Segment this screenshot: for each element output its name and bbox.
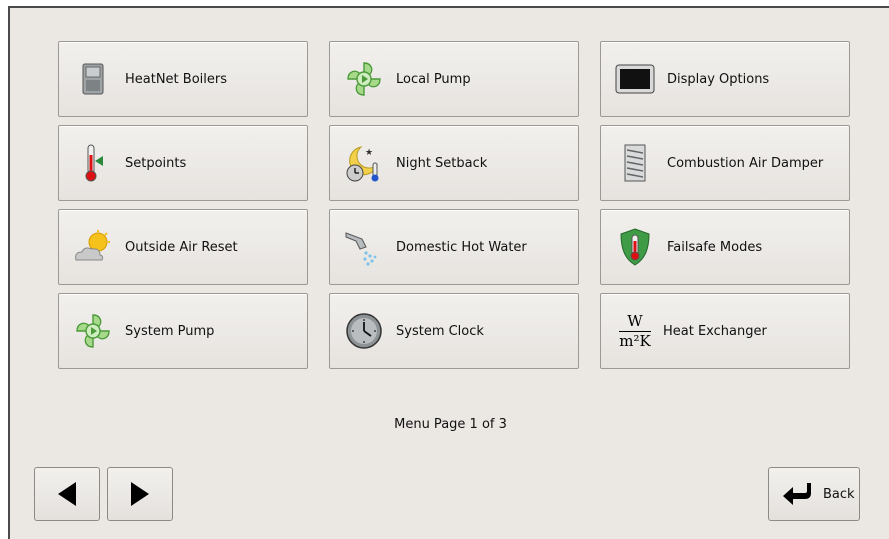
system-clock-button[interactable]: System Clock	[329, 293, 579, 369]
back-button[interactable]: Back	[768, 467, 860, 521]
thermometer-icon	[71, 141, 115, 185]
arrow-left-icon	[58, 482, 76, 506]
shield-icon	[613, 225, 657, 269]
display-icon	[613, 57, 657, 101]
system-pump-button[interactable]: System Pump	[58, 293, 308, 369]
menu-item-label: Domestic Hot Water	[396, 239, 527, 255]
units-numerator: W	[619, 313, 651, 332]
menu-panel: HeatNet Boilers Local Pump Display Optio…	[8, 6, 889, 539]
clock-icon	[342, 309, 386, 353]
menu-item-label: Failsafe Modes	[667, 239, 763, 255]
next-page-button[interactable]	[107, 467, 173, 521]
failsafe-modes-button[interactable]: Failsafe Modes	[600, 209, 850, 285]
previous-page-button[interactable]	[34, 467, 100, 521]
menu-item-label: Display Options	[667, 71, 770, 87]
local-pump-button[interactable]: Local Pump	[329, 41, 579, 117]
night-setback-button[interactable]: ★ Night Setback	[329, 125, 579, 201]
pump-icon	[342, 57, 386, 101]
menu-item-label: Outside Air Reset	[125, 239, 238, 255]
menu-item-label: System Clock	[396, 323, 484, 339]
return-arrow-icon	[783, 483, 811, 505]
display-options-button[interactable]: Display Options	[600, 41, 850, 117]
menu-item-label: System Pump	[125, 323, 215, 339]
outside-air-reset-button[interactable]: Outside Air Reset	[58, 209, 308, 285]
heat-exchanger-button[interactable]: W m²K Heat Exchanger	[600, 293, 850, 369]
menu-item-label: Heat Exchanger	[663, 323, 767, 339]
faucet-icon	[342, 225, 386, 269]
heatnet-boilers-button[interactable]: HeatNet Boilers	[58, 41, 308, 117]
heat-exchanger-fraction-icon: W m²K	[613, 309, 657, 353]
units-denominator: m²K	[619, 331, 651, 350]
pump-icon	[71, 309, 115, 353]
combustion-air-damper-button[interactable]: Combustion Air Damper	[600, 125, 850, 201]
arrow-right-icon	[131, 482, 149, 506]
menu-item-label: Local Pump	[396, 71, 471, 87]
svg-text:★: ★	[365, 148, 373, 158]
menu-item-label: Night Setback	[396, 155, 488, 171]
boiler-icon	[71, 57, 115, 101]
night-setback-icon: ★	[342, 141, 386, 185]
menu-item-label: Combustion Air Damper	[667, 155, 824, 171]
page-indicator: Menu Page 1 of 3	[394, 417, 507, 432]
sun-cloud-icon	[71, 225, 115, 269]
menu-item-label: HeatNet Boilers	[125, 71, 228, 87]
damper-icon	[613, 141, 657, 185]
back-label: Back	[823, 486, 855, 502]
setpoints-button[interactable]: Setpoints	[58, 125, 308, 201]
domestic-hot-water-button[interactable]: Domestic Hot Water	[329, 209, 579, 285]
menu-item-label: Setpoints	[125, 155, 187, 171]
